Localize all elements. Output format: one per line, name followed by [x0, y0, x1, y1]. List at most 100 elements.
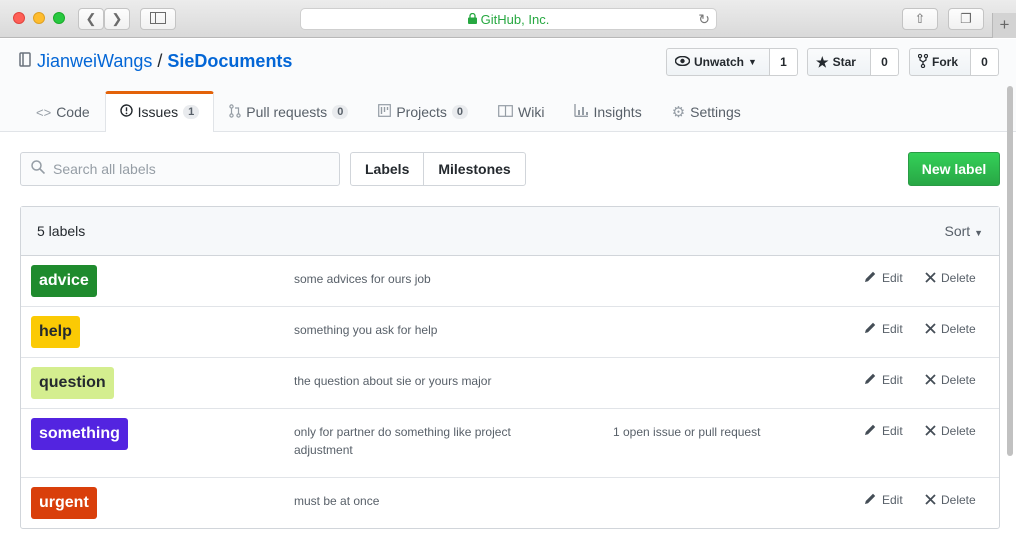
edit-label-button[interactable]: Edit — [864, 423, 903, 439]
label-search — [20, 152, 340, 186]
label-pill[interactable]: help — [31, 316, 80, 348]
issue-icon — [119, 104, 133, 120]
edit-label: Edit — [882, 424, 903, 438]
sidebar-button[interactable] — [140, 8, 176, 30]
graph-icon — [574, 104, 589, 120]
repo-name-link[interactable]: SieDocuments — [167, 51, 292, 72]
close-icon — [925, 423, 936, 439]
close-icon — [925, 270, 936, 286]
tab-label: Pull requests — [246, 104, 328, 120]
share-button[interactable]: ⇧ — [902, 8, 938, 30]
delete-label-button[interactable]: Delete — [925, 423, 976, 439]
tab-settings[interactable]: ⚙ Settings — [657, 91, 756, 132]
label-description: must be at once — [294, 494, 380, 508]
watch-label: Unwatch — [694, 55, 745, 69]
sort-label: Sort — [944, 223, 971, 239]
delete-label: Delete — [941, 424, 976, 438]
search-icon — [31, 159, 46, 179]
fork-control: Fork 0 — [909, 48, 999, 76]
watch-control: Unwatch ▼ 1 — [666, 48, 798, 76]
delete-label-button[interactable]: Delete — [925, 372, 976, 388]
caret-down-icon: ▼ — [748, 57, 757, 67]
watch-button[interactable]: Unwatch ▼ — [666, 48, 770, 76]
close-icon — [925, 372, 936, 388]
close-window-button[interactable] — [13, 12, 25, 24]
label-pill[interactable]: urgent — [31, 487, 97, 519]
tab-issues[interactable]: Issues 1 — [104, 91, 215, 132]
edit-label-button[interactable]: Edit — [864, 321, 903, 337]
labels-button[interactable]: Labels — [351, 153, 423, 185]
star-control: ★ Star 0 — [807, 48, 899, 76]
tab-pull-requests[interactable]: Pull requests 0 — [214, 91, 363, 132]
pencil-icon — [864, 423, 877, 439]
fork-icon — [917, 53, 929, 71]
share-icon: ⇧ — [914, 11, 926, 26]
edit-label-button[interactable]: Edit — [864, 492, 903, 508]
label-row: question the question about sie or yours … — [21, 358, 999, 409]
gear-icon: ⚙ — [671, 104, 686, 121]
repo-icon — [19, 52, 31, 71]
tab-projects[interactable]: Projects 0 — [363, 91, 483, 132]
tabs-icon: ❐ — [960, 11, 972, 26]
tabs-overview-button[interactable]: ❐ — [948, 8, 984, 30]
edit-label-button[interactable]: Edit — [864, 270, 903, 286]
zoom-window-button[interactable] — [53, 12, 65, 24]
tab-count-badge: 0 — [451, 105, 469, 119]
pencil-icon — [864, 321, 877, 337]
tab-code[interactable]: <> Code — [21, 91, 105, 132]
tab-label: Insights — [593, 104, 642, 120]
back-button[interactable]: ❮ — [78, 8, 104, 30]
pencil-icon — [864, 372, 877, 388]
fork-button[interactable]: Fork — [909, 48, 971, 76]
fork-count[interactable]: 0 — [971, 48, 999, 76]
star-count[interactable]: 0 — [871, 48, 899, 76]
minimize-window-button[interactable] — [33, 12, 45, 24]
delete-label: Delete — [941, 493, 976, 507]
labels-milestones-toggle: Labels Milestones — [350, 152, 526, 186]
watch-count[interactable]: 1 — [770, 48, 798, 76]
address-bar[interactable]: GitHub, Inc. ↻ — [300, 8, 717, 30]
label-open-issues-link[interactable]: 1 open issue or pull request — [613, 423, 760, 441]
page-scrollbar[interactable] — [1007, 86, 1013, 456]
lock-icon — [467, 12, 477, 27]
label-row: advice some advices for ours job Edit Delet… — [21, 256, 999, 307]
delete-label-button[interactable]: Delete — [925, 492, 976, 508]
milestones-button[interactable]: Milestones — [423, 153, 524, 185]
close-icon — [925, 321, 936, 337]
edit-label: Edit — [882, 322, 903, 336]
delete-label-button[interactable]: Delete — [925, 270, 976, 286]
tab-label: Wiki — [518, 104, 545, 120]
chevron-right-icon: ❯ — [111, 11, 123, 26]
code-icon: <> — [36, 104, 52, 120]
label-description: only for partner do something like proje… — [294, 425, 511, 457]
browser-toolbar: ❮ ❯ GitHub, Inc. ↻ ⇧ ❐ + — [0, 0, 1016, 38]
labels-list-header: 5 labels Sort ▼ — [21, 207, 999, 256]
pull-request-icon — [229, 103, 241, 121]
label-pill[interactable]: question — [31, 367, 114, 399]
tab-insights[interactable]: Insights — [559, 91, 656, 132]
delete-label-button[interactable]: Delete — [925, 321, 976, 337]
delete-label: Delete — [941, 322, 976, 336]
new-label-button[interactable]: New label — [908, 152, 1000, 186]
sort-dropdown[interactable]: Sort ▼ — [945, 223, 984, 239]
label-pill[interactable]: advice — [31, 265, 97, 297]
label-row: urgent must be at once Edit Delete — [21, 478, 999, 529]
tab-count-badge: 0 — [332, 105, 349, 119]
reload-icon[interactable]: ↻ — [698, 11, 710, 28]
search-input[interactable] — [53, 161, 323, 177]
label-description: some advices for ours job — [294, 272, 431, 286]
tab-label: Projects — [396, 104, 447, 120]
repo-title: JianweiWangs / SieDocuments — [19, 51, 292, 72]
label-pill[interactable]: something — [31, 418, 128, 450]
url-text: GitHub, Inc. — [480, 11, 550, 27]
tab-label: Issues — [137, 104, 179, 120]
tab-wiki[interactable]: Wiki — [483, 91, 559, 132]
star-label: Star — [832, 55, 856, 69]
star-button[interactable]: ★ Star — [807, 48, 871, 76]
new-tab-button[interactable]: + — [992, 13, 1016, 38]
label-row: help something you ask for help Edit Delete — [21, 307, 999, 358]
label-row: something only for partner do something l… — [21, 409, 999, 478]
edit-label-button[interactable]: Edit — [864, 372, 903, 388]
repo-owner-link[interactable]: JianweiWangs — [37, 51, 152, 72]
forward-button[interactable]: ❯ — [104, 8, 130, 30]
